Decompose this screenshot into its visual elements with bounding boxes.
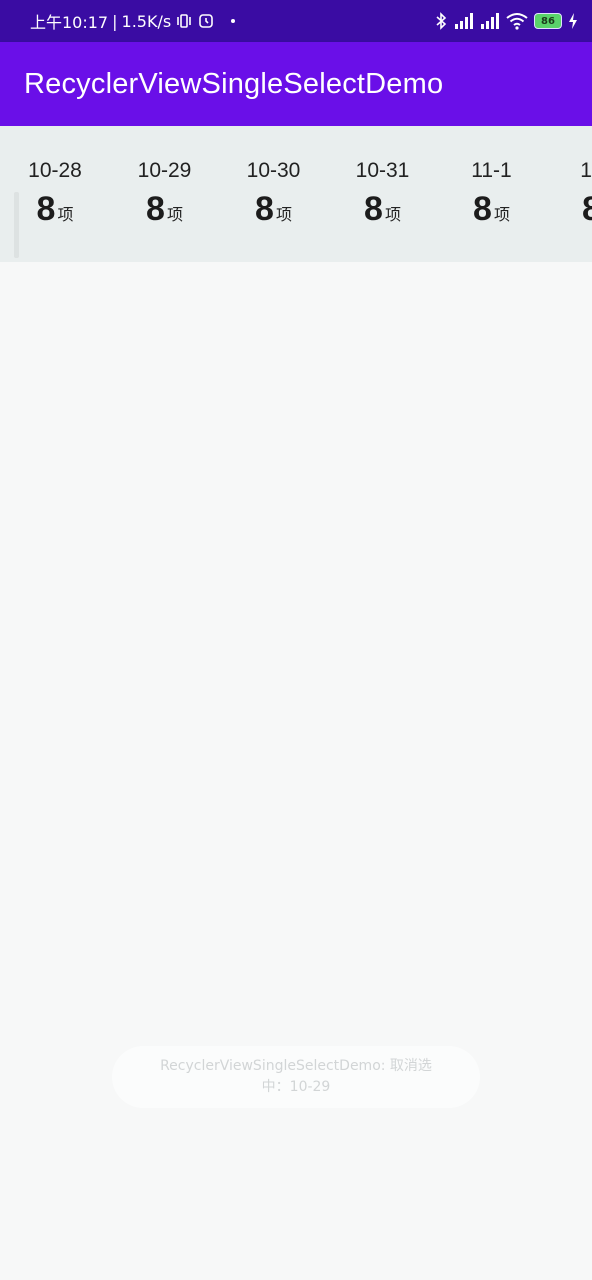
status-right: 86 (434, 12, 578, 30)
toast-text: RecyclerViewSingleSelectDemo: 取消选中：10-29 (160, 1058, 432, 1095)
item-count: 8 (473, 190, 492, 228)
notification-dot (231, 19, 236, 23)
item-count-unit: 项 (166, 205, 183, 224)
toast-message: RecyclerViewSingleSelectDemo: 取消选中：10-29 (112, 1046, 480, 1108)
item-count-unit: 项 (275, 205, 292, 224)
selection-indicator (14, 192, 19, 258)
signal-icon (454, 12, 474, 30)
wifi-icon (506, 12, 528, 30)
app-title: RecyclerViewSingleSelectDemo (24, 67, 444, 100)
battery-icon: 86 (534, 13, 562, 29)
charging-icon (568, 12, 578, 30)
date-label: 11-1 (471, 159, 512, 182)
vibrate-icon (175, 12, 193, 30)
date-label: 10-29 (137, 159, 192, 182)
status-left: 上午10:17 | 1.5K/s (30, 9, 236, 33)
date-item[interactable]: 11-1 8 项 (437, 126, 546, 262)
item-count: 8 (146, 190, 165, 228)
item-count-unit: 项 (384, 205, 401, 224)
app-bar: RecyclerViewSingleSelectDemo (0, 42, 592, 126)
item-count: 8 (36, 190, 56, 228)
item-count-unit: 项 (493, 205, 510, 224)
date-item[interactable]: 10-31 8 项 (328, 126, 437, 262)
date-item[interactable]: 10-29 8 项 (110, 126, 219, 262)
item-count: 8 (364, 190, 383, 228)
signal-icon-2 (480, 12, 500, 30)
item-count: 8 (255, 190, 274, 228)
item-count-unit: 项 (57, 205, 74, 224)
item-count: 8 (582, 190, 592, 228)
status-net-speed: 1.5K/s (121, 11, 172, 31)
date-item[interactable]: 10-30 8 项 (219, 126, 328, 262)
status-bar: 上午10:17 | 1.5K/s 86 (0, 0, 592, 42)
date-item[interactable]: 11-2 8 项 (546, 126, 592, 262)
date-label: 10-28 (28, 159, 82, 182)
status-separator: | (112, 11, 118, 31)
date-item[interactable]: 10-28 8 项 (0, 126, 110, 262)
status-time: 上午10:17 (30, 13, 109, 32)
bluetooth-icon (434, 12, 448, 30)
alarm-icon (197, 12, 215, 30)
date-label: 11-2 (580, 159, 592, 182)
date-label: 10-31 (355, 159, 410, 182)
date-label: 10-30 (246, 159, 301, 182)
battery-level: 86 (541, 15, 555, 27)
date-list[interactable]: 10-28 8 项 10-29 8 项 10-30 8 项 10-31 8 项 (0, 126, 592, 262)
